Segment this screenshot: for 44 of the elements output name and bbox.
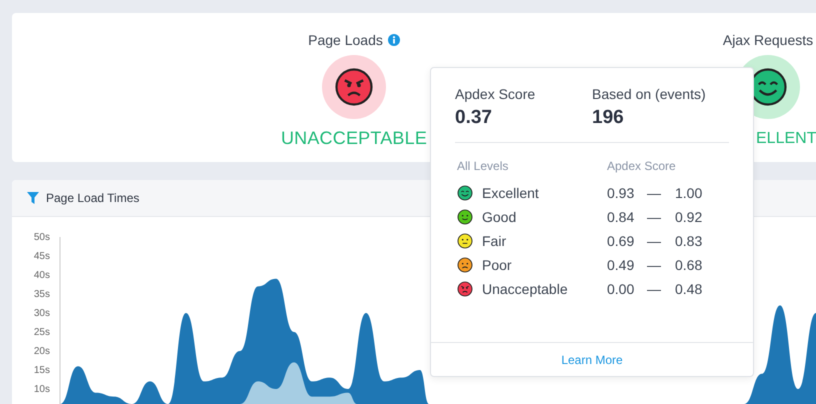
range-dash: —: [647, 209, 662, 225]
range-start: 0.93: [607, 185, 636, 201]
metric-title: Page Loads: [308, 32, 383, 48]
info-icon[interactable]: [388, 34, 400, 46]
range-dash: —: [647, 233, 662, 249]
column-heading: Apdex Score: [607, 159, 677, 173]
status-label: ELLENT: [756, 130, 816, 148]
level-name: Excellent: [482, 185, 539, 201]
range-dash: —: [647, 185, 662, 201]
level-name: Poor: [482, 257, 512, 273]
range-end: 1.00: [675, 185, 704, 201]
y-tick-label: 50s: [34, 232, 50, 243]
range-dash: —: [647, 257, 662, 273]
score-label: Apdex Score: [455, 86, 536, 102]
events-label: Based on (events): [592, 86, 706, 102]
level-name: Unacceptable: [482, 281, 568, 297]
filter-icon[interactable]: [27, 192, 39, 204]
y-tick-label: 40s: [34, 270, 50, 281]
panel-title: Page Load Times: [46, 191, 140, 205]
y-tick-label: 10s: [34, 384, 50, 395]
y-tick-label: 30s: [34, 308, 50, 319]
level-name: Good: [482, 209, 516, 225]
metric-title: Ajax Requests: [722, 32, 814, 48]
learn-more-link[interactable]: Learn More: [561, 352, 623, 366]
range-dash: —: [647, 281, 662, 297]
y-tick-label: 35s: [34, 289, 50, 300]
range-end: 0.92: [675, 209, 704, 225]
range-start: 0.84: [607, 209, 636, 225]
column-heading: All Levels: [457, 159, 510, 173]
range-start: 0.69: [607, 233, 636, 249]
status-label: UNACCEPTABLE: [280, 128, 428, 149]
y-tick-label: 45s: [34, 251, 50, 262]
y-tick-label: 25s: [34, 327, 50, 338]
face-icon: [334, 67, 374, 107]
y-tick-label: 15s: [34, 365, 50, 376]
level-name: Fair: [482, 233, 506, 249]
score-value: 0.37: [455, 107, 493, 129]
range-end: 0.48: [675, 281, 704, 297]
range-end: 0.83: [675, 233, 704, 249]
y-tick-label: 20s: [34, 346, 50, 357]
range-end: 0.68: [675, 257, 704, 273]
range-start: 0.00: [607, 281, 636, 297]
events-value: 196: [592, 107, 625, 129]
range-start: 0.49: [607, 257, 636, 273]
